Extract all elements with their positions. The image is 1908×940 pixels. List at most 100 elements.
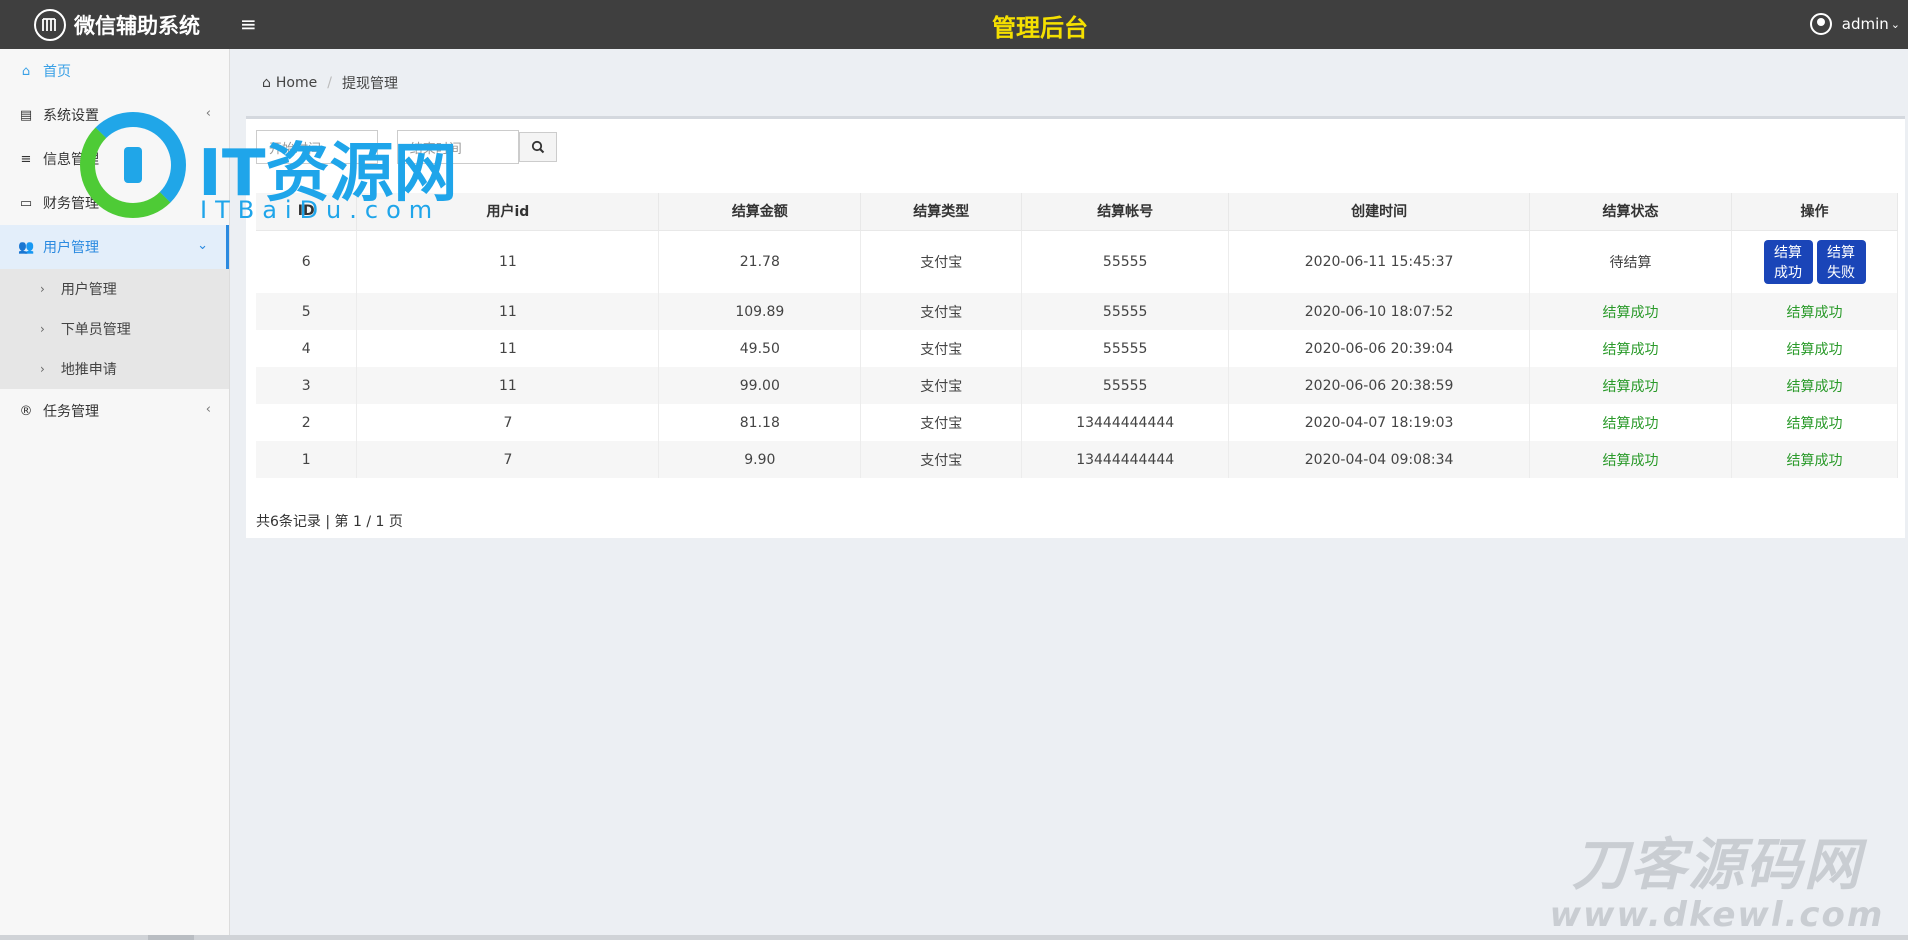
- cell-id: 5: [256, 293, 358, 330]
- cell-id: 4: [256, 330, 358, 367]
- cell-account: 13444444444: [1021, 441, 1230, 478]
- registered-icon: ®: [19, 403, 33, 419]
- cell-user-id: 11: [356, 230, 660, 293]
- table-row: 6 11 21.78 支付宝 55555 2020-06-11 15:45:37…: [256, 230, 1898, 293]
- dk-watermark-text: 刀客源码网: [1572, 833, 1862, 898]
- chevron-right-icon: ›: [40, 322, 45, 336]
- chevron-right-icon: ›: [40, 362, 45, 376]
- sidebar-subitem-user-manage[interactable]: › 用户管理: [0, 269, 229, 309]
- chevron-left-icon: ‹: [205, 106, 211, 121]
- sidebar-subitem-label: 用户管理: [60, 282, 117, 298]
- table-row: 4 11 49.50 支付宝 55555 2020-06-06 20:39:04…: [256, 330, 1898, 367]
- col-header-action: 操作: [1731, 193, 1898, 231]
- dk-watermark: 刀客源码网 www.dkewl.com: [1532, 833, 1902, 935]
- cell-action: 结算成功: [1731, 404, 1898, 441]
- cell-amount: 49.50: [658, 330, 862, 367]
- cell-type: 支付宝: [860, 367, 1023, 404]
- sidebar-item-users[interactable]: 👥 用户管理 ⌄: [0, 225, 229, 269]
- withdrawal-panel: 开始时间 - 结束时间 ID 用户id 结算金额 结算类型 结算帐号 创建时间 …: [246, 116, 1905, 538]
- cell-type: 支付宝: [860, 293, 1023, 330]
- cell-id: 3: [256, 367, 358, 404]
- cell-account: 55555: [1021, 330, 1230, 367]
- col-header-status[interactable]: 结算状态: [1529, 193, 1732, 231]
- cell-type: 支付宝: [860, 404, 1023, 441]
- cell-account: 55555: [1021, 367, 1230, 404]
- breadcrumb: ⌂ Home / 提现管理: [262, 73, 398, 93]
- cell-user-id: 11: [356, 330, 660, 367]
- sidebar-item-tasks[interactable]: ® 任务管理 ‹: [0, 389, 229, 433]
- cell-type: 支付宝: [860, 330, 1023, 367]
- cell-amount: 99.00: [658, 367, 862, 404]
- cell-status: 待结算: [1529, 230, 1732, 293]
- cell-created: 2020-06-11 15:45:37: [1228, 230, 1531, 293]
- chevron-left-icon: ‹: [205, 402, 211, 417]
- search-button[interactable]: [518, 132, 557, 162]
- sidebar-item-label: 系统设置: [43, 108, 99, 124]
- cell-status: 结算成功: [1529, 367, 1732, 404]
- cell-status: 结算成功: [1529, 441, 1732, 478]
- home-icon: ⌂: [21, 63, 31, 79]
- it-watermark-subtext: ITBaiDu.com: [200, 196, 441, 224]
- sidebar-item-home[interactable]: ⌂ 首页: [0, 49, 229, 93]
- sidebar-item-label: 用户管理: [43, 240, 99, 256]
- cell-user-id: 7: [356, 441, 660, 478]
- settle-fail-button[interactable]: 结算 失败: [1816, 239, 1866, 284]
- breadcrumb-home[interactable]: Home: [276, 75, 317, 91]
- sidebar-item-label: 首页: [43, 64, 71, 80]
- col-header-amount[interactable]: 结算金额: [658, 193, 862, 231]
- cell-action: 结算 成功结算 失败: [1731, 230, 1898, 293]
- cell-amount: 21.78: [658, 230, 862, 293]
- cell-user-id: 7: [356, 404, 660, 441]
- cell-user-id: 11: [356, 293, 660, 330]
- cell-account: 55555: [1021, 230, 1230, 293]
- withdrawal-table: ID 用户id 结算金额 结算类型 结算帐号 创建时间 结算状态 操作 6 11…: [256, 193, 1898, 478]
- cell-account: 55555: [1021, 293, 1230, 330]
- cell-amount: 9.90: [658, 441, 862, 478]
- cell-id: 6: [256, 230, 358, 293]
- breadcrumb-current: 提现管理: [341, 76, 398, 92]
- sidebar-subitem-label: 下单员管理: [60, 322, 131, 338]
- chevron-right-icon: ›: [40, 282, 45, 296]
- users-icon: 👥: [18, 239, 35, 255]
- search-icon: [531, 140, 544, 154]
- settle-fail-label: 结算: [1827, 244, 1855, 261]
- cell-account: 13444444444: [1021, 404, 1230, 441]
- dk-watermark-url: www.dkewl.com: [1549, 895, 1885, 935]
- table-row: 2 7 81.18 支付宝 13444444444 2020-04-07 18:…: [256, 404, 1898, 441]
- user-menu[interactable]: admin ⌄: [1809, 13, 1900, 35]
- settle-success-button[interactable]: 结算 成功: [1763, 239, 1813, 284]
- cell-type: 支付宝: [860, 441, 1023, 478]
- cell-created: 2020-06-10 18:07:52: [1228, 293, 1531, 330]
- scrollbar-thumb[interactable]: [148, 935, 194, 940]
- cell-status: 结算成功: [1529, 404, 1732, 441]
- cell-created: 2020-06-06 20:39:04: [1228, 330, 1531, 367]
- settle-success-label: 结算: [1774, 244, 1802, 261]
- money-icon: ▭: [19, 195, 33, 211]
- chevron-down-icon: ⌄: [1890, 17, 1900, 31]
- cell-status: 结算成功: [1529, 293, 1732, 330]
- server-icon: ▤: [19, 107, 33, 123]
- list-icon: ≡: [20, 151, 32, 167]
- col-header-type[interactable]: 结算类型: [860, 193, 1023, 231]
- horizontal-scrollbar[interactable]: [0, 935, 1908, 940]
- sidebar-subitem-order-staff[interactable]: › 下单员管理: [0, 309, 229, 349]
- cell-action: 结算成功: [1731, 293, 1898, 330]
- cell-amount: 109.89: [658, 293, 862, 330]
- table-row: 5 11 109.89 支付宝 55555 2020-06-10 18:07:5…: [256, 293, 1898, 330]
- cell-action: 结算成功: [1731, 441, 1898, 478]
- col-header-created[interactable]: 创建时间: [1228, 193, 1531, 231]
- cell-id: 2: [256, 404, 358, 441]
- chevron-down-icon: ⌄: [197, 238, 208, 253]
- home-icon: ⌂: [262, 75, 271, 91]
- cell-created: 2020-04-04 09:08:34: [1228, 441, 1531, 478]
- cell-type: 支付宝: [860, 230, 1023, 293]
- sidebar-item-label: 任务管理: [43, 404, 99, 420]
- top-bar: 微信辅助系统 ≡ 管理后台 admin ⌄: [0, 0, 1908, 49]
- cell-amount: 81.18: [658, 404, 862, 441]
- sidebar-subitem-promo-apply[interactable]: › 地推申请: [0, 349, 229, 389]
- col-header-account[interactable]: 结算帐号: [1021, 193, 1230, 231]
- table-row: 3 11 99.00 支付宝 55555 2020-06-06 20:38:59…: [256, 367, 1898, 404]
- user-avatar-icon: [1809, 13, 1832, 35]
- sidebar-subitem-label: 地推申请: [60, 362, 117, 378]
- table-header-row: ID 用户id 结算金额 结算类型 结算帐号 创建时间 结算状态 操作: [256, 193, 1898, 231]
